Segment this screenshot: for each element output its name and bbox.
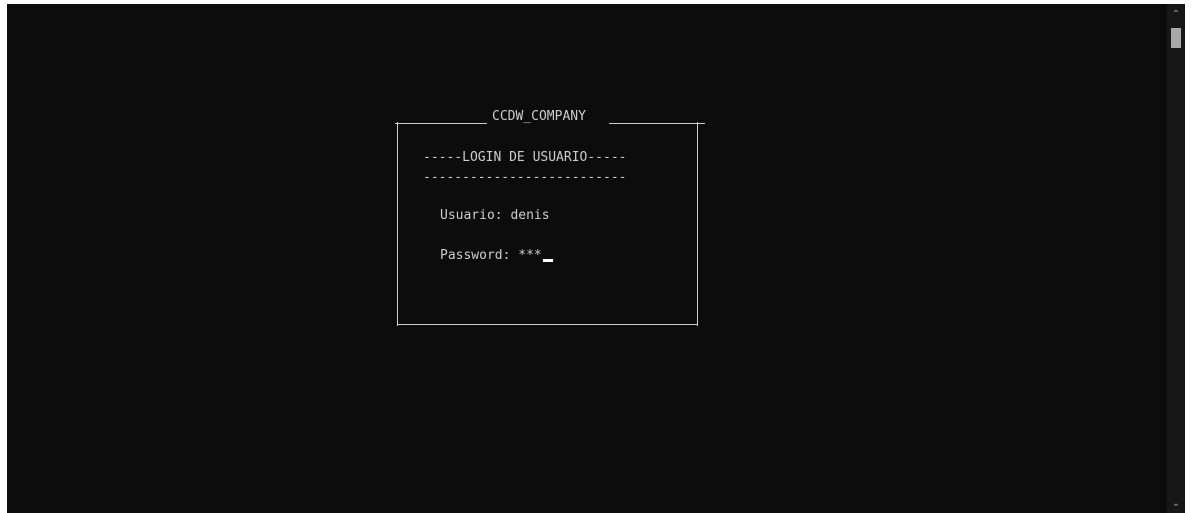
password-value: *** [518, 248, 542, 263]
password-label: Password: [440, 248, 511, 263]
title-rule-right [609, 123, 705, 124]
username-label: Usuario: [440, 208, 503, 223]
login-box-title-line: CCDW_COMPANY [395, 109, 705, 125]
chevron-up-icon[interactable]: ⌃ [1167, 6, 1185, 24]
console-window: CCDW_COMPANY -----LOGIN DE USUARIO----- … [0, 0, 1192, 513]
login-heading: -----LOGIN DE USUARIO----- [423, 150, 627, 165]
title-rule-left [395, 123, 487, 124]
username-row: Usuario: denis [440, 208, 550, 224]
console-output[interactable]: CCDW_COMPANY -----LOGIN DE USUARIO----- … [7, 4, 1167, 513]
login-box-bottom-border [398, 324, 697, 325]
login-box-left-border [397, 122, 398, 326]
text-cursor [542, 259, 553, 262]
scroll-thumb[interactable] [1171, 28, 1181, 48]
login-separator: -------------------------- [423, 170, 627, 185]
vertical-scrollbar[interactable]: ⌃ ⌄ [1167, 4, 1185, 513]
company-title: CCDW_COMPANY [492, 109, 586, 124]
username-value: denis [510, 208, 550, 223]
password-row[interactable]: Password: *** [440, 248, 553, 264]
chevron-down-icon[interactable]: ⌄ [1167, 495, 1185, 513]
login-box-right-border [697, 122, 698, 326]
